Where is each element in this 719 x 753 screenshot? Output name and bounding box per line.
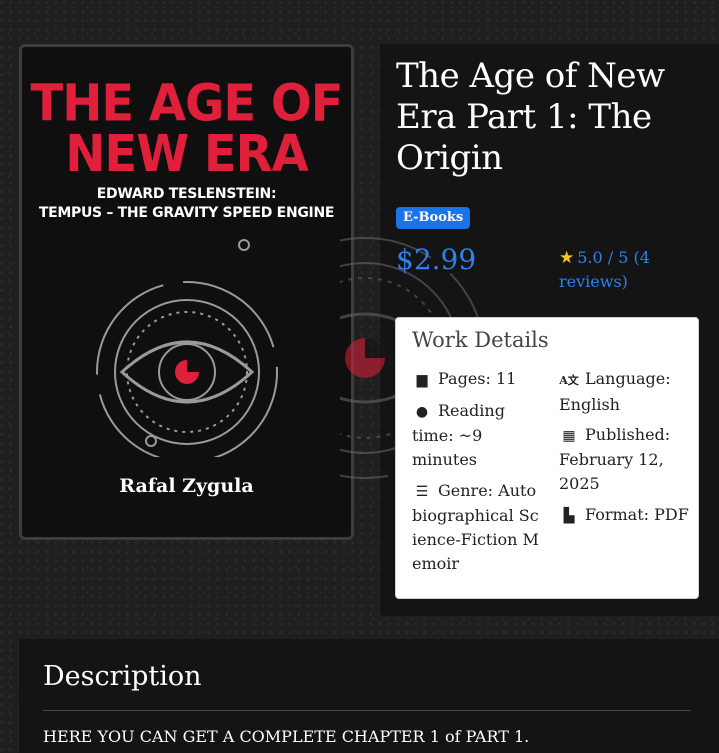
detail-reading-time: ● Reading time: ~9 minutes: [412, 401, 505, 469]
description-section: Description HERE YOU CAN GET A COMPLETE …: [19, 639, 719, 753]
cover-subtitle: EDWARD TESLENSTEIN: TEMPUS – THE GRAVITY…: [38, 186, 335, 221]
book-icon: ▆: [416, 372, 428, 388]
cover-author: Rafal Zygula: [119, 475, 254, 497]
divider: [43, 710, 691, 711]
calendar-icon: ▦: [562, 428, 576, 444]
detail-published: ▦ Published: February 12, 2025: [559, 425, 671, 493]
detail-genre: ☰ Genre: Autobiographical Science-Fiction…: [412, 481, 539, 573]
eye-emblem-icon: [96, 239, 278, 457]
category-badge[interactable]: E-Books: [396, 207, 471, 229]
star-icon: ★: [559, 248, 575, 268]
cover-title: THE AGE OF NEW ERA: [30, 74, 343, 184]
detail-pages: ▆ Pages: 11: [412, 367, 542, 392]
list-icon: ☰: [415, 484, 429, 500]
book-cover-image[interactable]: THE AGE OF NEW ERA EDWARD TESLENSTEIN: T…: [19, 44, 354, 540]
detail-language: A文 Language: English: [559, 369, 671, 414]
description-heading: Description: [43, 661, 202, 692]
price: $2.99: [396, 243, 477, 276]
rating[interactable]: ★ 5.0 / 5 (4 reviews): [559, 246, 659, 294]
detail-format: ▙ Format: PDF: [559, 503, 689, 528]
book-title: The Age of New Era Part 1: The Origin: [396, 56, 665, 178]
file-icon: ▙: [563, 508, 575, 524]
work-details-card: Work Details ▆ Pages: 11 ● Reading time: ~…: [395, 317, 699, 599]
work-details-heading: Work Details: [412, 328, 549, 352]
language-icon: A文: [559, 374, 579, 387]
description-text: HERE YOU CAN GET A COMPLETE CHAPTER 1 of…: [43, 727, 530, 746]
clock-icon: ●: [415, 404, 429, 420]
